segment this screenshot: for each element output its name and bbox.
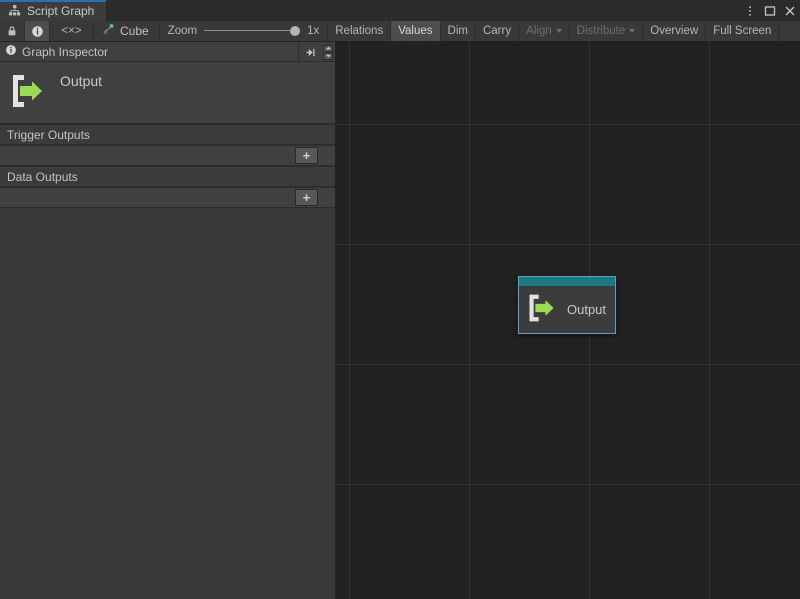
toolbar-item-distribute[interactable]: Distribute bbox=[570, 21, 644, 41]
stepper-up-arrow[interactable] bbox=[323, 45, 333, 52]
zoom-value: 1x bbox=[307, 25, 319, 37]
add-data-output-button[interactable]: + bbox=[295, 189, 318, 206]
output-arrow-icon bbox=[527, 291, 557, 328]
window-controls bbox=[740, 0, 800, 21]
inspector-node-preview: Output bbox=[0, 62, 335, 124]
section-title: Trigger Outputs bbox=[7, 128, 90, 142]
toolbar-item-carry[interactable]: Carry bbox=[476, 21, 519, 41]
tab-label: Script Graph bbox=[27, 4, 94, 18]
toolbar-item-label: Distribute bbox=[577, 25, 626, 37]
chevron-down-icon bbox=[629, 29, 635, 33]
maximize-icon[interactable] bbox=[760, 0, 780, 21]
close-icon[interactable] bbox=[780, 0, 800, 21]
add-trigger-output-button[interactable]: + bbox=[295, 147, 318, 164]
inspector-stepper[interactable] bbox=[321, 42, 335, 62]
graph-target-selector[interactable]: Cube bbox=[94, 21, 160, 41]
lock-toggle-button[interactable] bbox=[0, 21, 25, 41]
graph-inspector-panel: Graph Inspector bbox=[0, 42, 336, 599]
stepper-down-arrow[interactable] bbox=[323, 53, 333, 60]
chevron-down-icon bbox=[556, 29, 562, 33]
graph-hierarchy-icon bbox=[8, 4, 21, 17]
variables-label: <×> bbox=[61, 25, 81, 37]
toolbar-item-label: Dim bbox=[448, 25, 468, 37]
zoom-control: Zoom 1x bbox=[160, 21, 329, 41]
section-header-data-outputs: Data Outputs bbox=[0, 166, 335, 187]
toolbar-item-label: Carry bbox=[483, 25, 511, 37]
section-header-trigger-outputs: Trigger Outputs bbox=[0, 124, 335, 145]
zoom-slider-track bbox=[204, 30, 300, 31]
data-outputs-list[interactable]: + bbox=[0, 187, 335, 208]
graph-node-header bbox=[519, 277, 615, 286]
graph-inspector-tools bbox=[298, 42, 335, 62]
tab-script-graph[interactable]: Script Graph bbox=[0, 0, 107, 21]
toolbar-item-full-screen[interactable]: Full Screen bbox=[706, 21, 779, 41]
tab-active-accent bbox=[0, 0, 106, 2]
zoom-label: Zoom bbox=[168, 25, 197, 37]
toolbar-item-values[interactable]: Values bbox=[391, 21, 440, 41]
inspector-node-name: Output bbox=[60, 73, 102, 89]
toolbar-item-label: Overview bbox=[650, 25, 698, 37]
info-icon bbox=[5, 44, 17, 59]
toolbar-item-label: Full Screen bbox=[713, 25, 771, 37]
graph-inspector-header: Graph Inspector bbox=[0, 42, 335, 62]
graph-node-body: Output bbox=[519, 286, 615, 333]
toolbar-item-label: Relations bbox=[335, 25, 383, 37]
toolbar-item-dim[interactable]: Dim bbox=[441, 21, 476, 41]
toolbar-item-label: Align bbox=[526, 25, 552, 37]
graph-node-title: Output bbox=[567, 302, 606, 317]
zoom-slider[interactable] bbox=[204, 25, 300, 37]
variables-button[interactable]: <×> bbox=[50, 21, 94, 41]
window-tab-bar: Script Graph bbox=[0, 0, 800, 21]
output-arrow-icon bbox=[10, 71, 46, 114]
toolbar-item-relations[interactable]: Relations bbox=[328, 21, 391, 41]
graph-canvas[interactable]: Output bbox=[336, 42, 800, 599]
kebab-menu-icon[interactable] bbox=[740, 0, 760, 21]
plus-icon: + bbox=[303, 149, 311, 162]
graph-toolbar: <×> Cube Zoom 1x Relations Val bbox=[0, 21, 800, 42]
graph-inspector-title: Graph Inspector bbox=[22, 45, 108, 59]
collapse-panel-icon[interactable] bbox=[298, 42, 321, 62]
trigger-outputs-list[interactable]: + bbox=[0, 145, 335, 166]
graph-node-output[interactable]: Output bbox=[518, 276, 616, 334]
toolbar-item-label: Values bbox=[398, 25, 432, 37]
plus-icon: + bbox=[303, 191, 311, 204]
script-graph-window: Script Graph bbox=[0, 0, 800, 599]
prefab-icon bbox=[102, 23, 115, 39]
zoom-slider-handle[interactable] bbox=[290, 26, 300, 36]
section-title: Data Outputs bbox=[7, 170, 78, 184]
inspector-info-toggle-button[interactable] bbox=[25, 21, 50, 41]
toolbar-item-overview[interactable]: Overview bbox=[643, 21, 706, 41]
graph-target-label: Cube bbox=[120, 24, 149, 38]
toolbar-item-align[interactable]: Align bbox=[519, 21, 570, 41]
